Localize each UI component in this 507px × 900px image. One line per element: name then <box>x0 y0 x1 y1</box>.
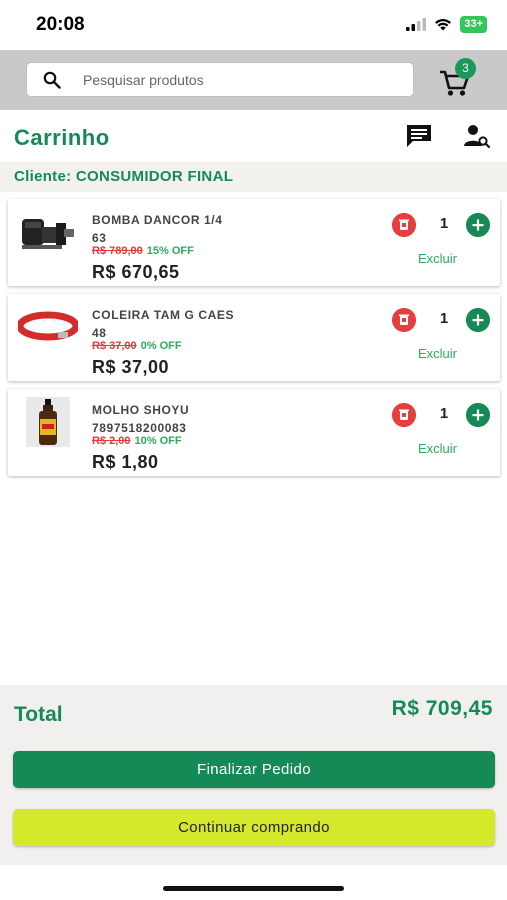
home-indicator[interactable] <box>163 886 344 891</box>
pump-icon <box>22 219 74 249</box>
total-value: R$ 709,45 <box>391 697 493 720</box>
old-price: R$ 37,00 <box>92 340 137 352</box>
remove-item-link[interactable]: Excluir <box>418 251 457 266</box>
battery-indicator: 33+ <box>460 16 487 33</box>
status-time: 20:08 <box>36 14 85 35</box>
wifi-icon <box>435 19 452 31</box>
item-price: R$ 670,65 <box>92 262 180 282</box>
remove-item-link[interactable]: Excluir <box>418 346 457 361</box>
item-name-line1: BOMBA DANCOR 1/4 <box>92 213 223 227</box>
item-name-line1: MOLHO SHOYU <box>92 403 190 417</box>
item-name: BOMBA DANCOR 1/4 63 <box>92 211 292 247</box>
collar-icon <box>18 311 78 341</box>
price-row: R$ 789,00 15% OFF <box>92 245 194 257</box>
item-price: R$ 37,00 <box>92 357 170 377</box>
search-box[interactable] <box>26 62 414 97</box>
title-bar: Carrinho <box>0 110 507 162</box>
status-indicators: 33+ <box>406 16 487 33</box>
item-name: MOLHO SHOYU 7897518200083 <box>92 401 292 437</box>
home-area <box>0 865 507 900</box>
signal-icon <box>406 18 427 31</box>
continue-shopping-button[interactable]: Continuar comprando <box>13 809 495 846</box>
discount-badge: 10% OFF <box>134 435 182 447</box>
client-bar: Cliente: CONSUMIDOR FINAL <box>0 162 507 192</box>
person-search-icon[interactable] <box>463 122 491 150</box>
plus-icon[interactable] <box>466 403 490 427</box>
old-price: R$ 789,00 <box>92 245 143 257</box>
item-quantity: 1 <box>439 215 449 232</box>
item-price: R$ 1,80 <box>92 452 159 472</box>
remove-item-link[interactable]: Excluir <box>418 441 457 456</box>
discount-badge: 0% OFF <box>140 340 182 352</box>
search-icon <box>43 71 61 89</box>
trash-icon[interactable] <box>392 308 416 332</box>
item-name-line1: COLEIRA TAM G CAES <box>92 308 235 322</box>
total-label: Total <box>14 703 63 726</box>
cart-items-list: BOMBA DANCOR 1/4 63 R$ 789,00 15% OFF R$ … <box>0 192 507 685</box>
old-price: R$ 2,00 <box>92 435 131 447</box>
search-input[interactable] <box>83 63 403 96</box>
item-quantity: 1 <box>439 405 449 422</box>
bottle-icon <box>26 397 70 447</box>
cart-footer: Total R$ 709,45 Finalizar Pedido Continu… <box>0 685 507 865</box>
discount-badge: 15% OFF <box>146 245 194 257</box>
cart-badge: 3 <box>455 58 476 79</box>
plus-icon[interactable] <box>466 213 490 237</box>
status-bar: 20:08 33+ <box>0 0 507 50</box>
cart-item: COLEIRA TAM G CAES 48 R$ 37,00 0% OFF R$ … <box>8 294 500 381</box>
trash-icon[interactable] <box>392 213 416 237</box>
search-header: 3 <box>0 50 507 110</box>
item-quantity: 1 <box>439 310 449 327</box>
page-title: Carrinho <box>14 125 110 150</box>
client-label: Cliente: CONSUMIDOR FINAL <box>14 168 234 185</box>
plus-icon[interactable] <box>466 308 490 332</box>
price-row: R$ 37,00 0% OFF <box>92 340 182 352</box>
cart-item: MOLHO SHOYU 7897518200083 R$ 2,00 10% OFF… <box>8 389 500 476</box>
trash-icon[interactable] <box>392 403 416 427</box>
item-name: COLEIRA TAM G CAES 48 <box>92 306 292 342</box>
cart-item: BOMBA DANCOR 1/4 63 R$ 789,00 15% OFF R$ … <box>8 199 500 286</box>
price-row: R$ 2,00 10% OFF <box>92 435 182 447</box>
finalize-order-button[interactable]: Finalizar Pedido <box>13 751 495 788</box>
chat-icon[interactable] <box>405 122 433 150</box>
